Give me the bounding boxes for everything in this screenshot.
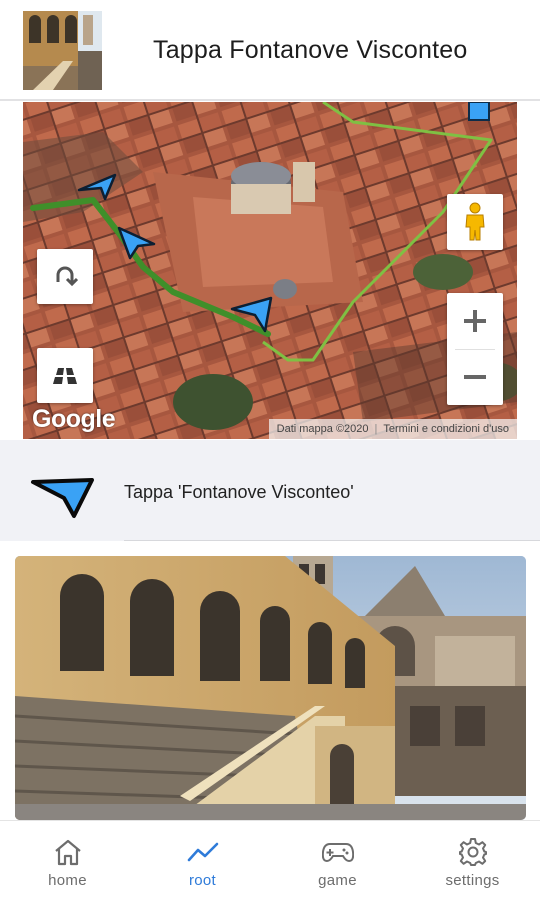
gear-icon: [458, 838, 487, 866]
nav-home[interactable]: home: [0, 821, 135, 900]
map-view[interactable]: Google Dati mappa ©2020 | Termini e cond…: [23, 102, 517, 439]
route-chart-icon: [187, 842, 218, 862]
nav-game-label: game: [318, 872, 357, 889]
terms-link[interactable]: Termini e condizioni d'uso: [383, 423, 509, 435]
pegman-icon: [465, 202, 485, 241]
stage-photo-image: [15, 556, 526, 820]
nav-settings-label: settings: [445, 872, 500, 889]
page-title: Tappa Fontanove Visconteo: [153, 36, 468, 64]
direction-marker-icon: [117, 226, 156, 260]
attribution-separator: |: [374, 423, 378, 435]
navigation-arrow-icon: [31, 478, 94, 518]
tilt-icon: [53, 367, 77, 384]
nav-home-label: home: [48, 872, 87, 889]
rotate-icon: [56, 266, 78, 286]
nav-root-label: root: [188, 872, 217, 889]
rotate-map-button[interactable]: [37, 249, 93, 304]
street-view-pegman-button[interactable]: [447, 194, 503, 250]
gamepad-icon: [321, 843, 354, 863]
map-data-credit: Dati mappa ©2020: [276, 423, 369, 435]
map-attribution: Dati mappa ©2020 | Termini e condizioni …: [268, 419, 517, 439]
zoom-out-button[interactable]: [447, 349, 503, 405]
app-header: Tappa Fontanove Visconteo: [0, 0, 540, 101]
bottom-navigation: home root game settings: [0, 820, 540, 900]
zoom-in-button[interactable]: [447, 293, 503, 349]
stage-label: Tappa 'Fontanove Visconteo': [124, 482, 354, 502]
nav-root[interactable]: root: [135, 821, 270, 900]
home-icon: [54, 839, 81, 866]
stage-thumbnail[interactable]: [23, 11, 102, 90]
aerial-map-imagery: [23, 102, 517, 439]
minus-icon: [464, 375, 486, 379]
tilt-map-button[interactable]: [37, 348, 93, 403]
stage-photo[interactable]: [15, 556, 526, 820]
nav-settings[interactable]: settings: [405, 821, 540, 900]
list-divider: [124, 540, 540, 541]
direction-marker-icon: [77, 173, 117, 201]
nav-game[interactable]: game: [270, 821, 405, 900]
zoom-controls: [447, 293, 503, 405]
plus-icon: [464, 310, 486, 332]
stage-photo-thumbnail-icon: [23, 11, 102, 90]
google-logo: Google: [32, 405, 116, 433]
direction-marker-icon: [230, 296, 273, 333]
